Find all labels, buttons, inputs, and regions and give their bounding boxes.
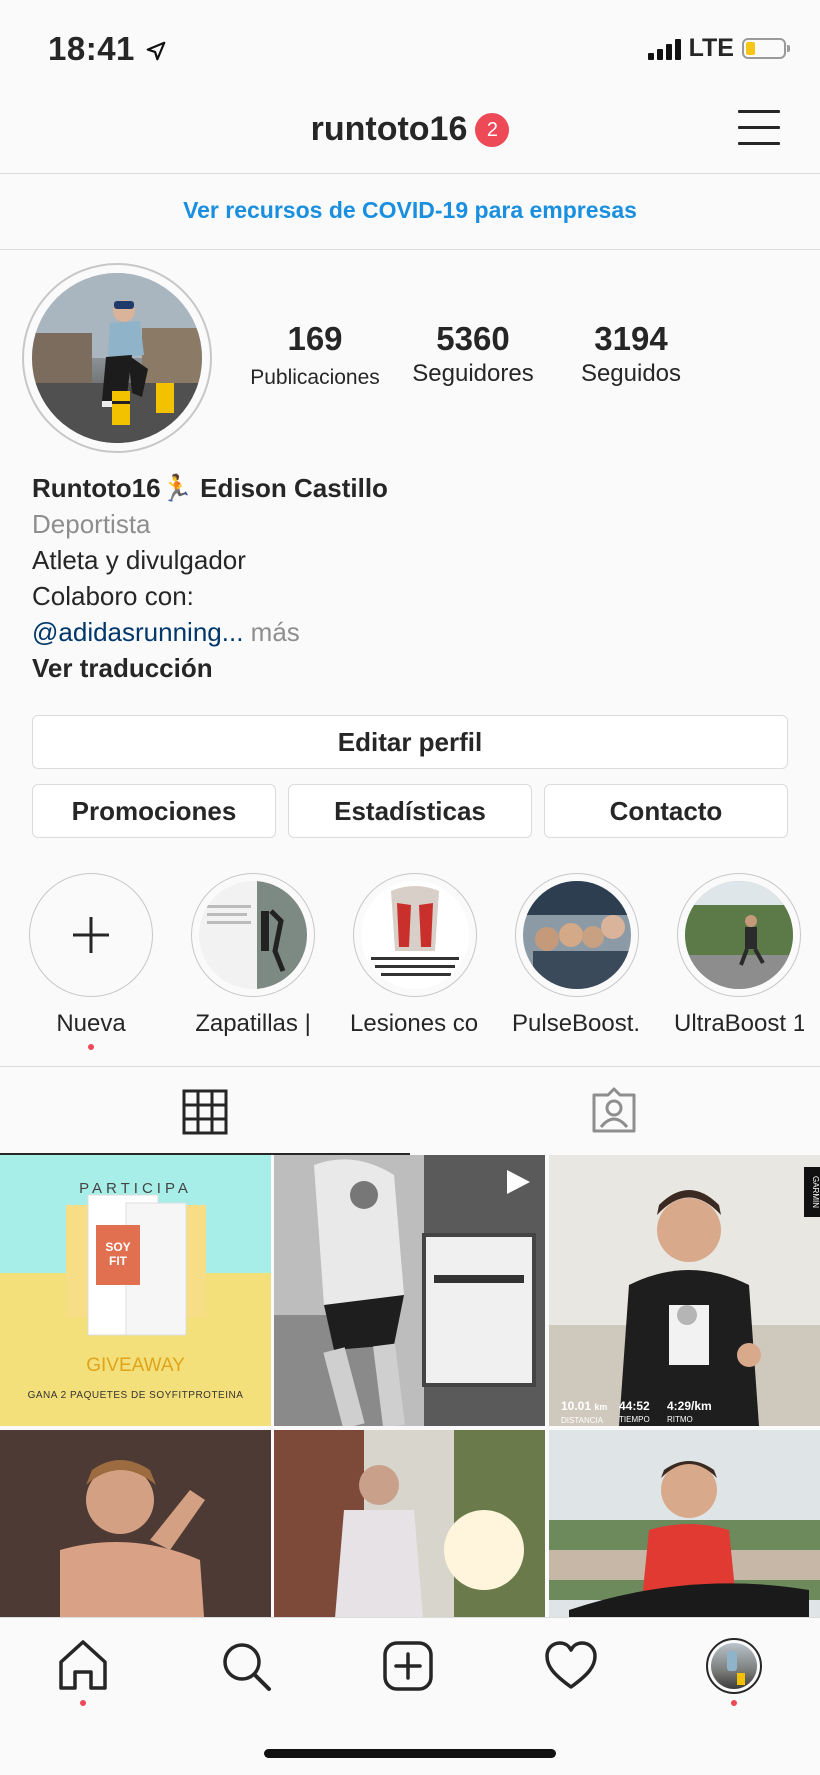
search-icon: [223, 1643, 271, 1691]
highlight-thumbnail: [199, 881, 307, 989]
stat-followers-value: 5360: [436, 320, 510, 357]
nav-new-post[interactable]: [380, 1638, 440, 1698]
post-run-pace-value: 4:29/km: [667, 1399, 712, 1413]
post-image: [549, 1155, 820, 1426]
mention-link[interactable]: @adidasrunning: [32, 617, 222, 647]
highlight-new[interactable]: Nueva: [26, 873, 156, 1050]
menu-icon[interactable]: [738, 110, 780, 148]
stat-following-value: 3194: [594, 320, 668, 357]
post-run-distance: 10.01 km DISTANCIA: [561, 1400, 607, 1426]
stat-following-label: Seguidos: [580, 360, 682, 387]
status-time: 18:41: [48, 30, 167, 68]
nav-profile[interactable]: [706, 1638, 766, 1706]
stat-following[interactable]: 3194 Seguidos: [556, 320, 706, 388]
nav-home[interactable]: [55, 1638, 115, 1706]
highlight-item[interactable]: Lesiones co...: [350, 873, 480, 1038]
plus-icon: [73, 917, 109, 953]
post-video[interactable]: [274, 1155, 545, 1426]
covid-resources-link[interactable]: Ver recursos de COVID-19 para empresas: [0, 175, 820, 250]
highlight-label: Lesiones co...: [350, 1010, 480, 1037]
profile-name: Runtoto16🏃 Edison Castillo: [32, 473, 388, 503]
post-run-watermark: GARMIN: [804, 1167, 820, 1217]
post-run-distance-value: 10.01: [561, 1399, 592, 1413]
post-run-pace: 4:29/km RITMO: [667, 1400, 712, 1426]
bio-line-2: Colaboro con:: [32, 581, 194, 611]
bio-ellipsis: ...: [221, 617, 244, 647]
profile-avatar-icon: [706, 1638, 762, 1694]
highlight-label: UltraBoost 19: [674, 1010, 804, 1037]
highlight-item[interactable]: UltraBoost 19: [674, 873, 804, 1038]
highlight-thumbnail: [523, 881, 631, 989]
video-play-icon: [507, 1170, 530, 1194]
tab-tagged[interactable]: [410, 1067, 820, 1155]
post-giveaway-title: GIVEAWAY: [86, 1355, 185, 1376]
post-run-distance-unit: km: [594, 1402, 608, 1412]
post-run-time-value: 44:52: [619, 1399, 650, 1413]
highlight-label: Nueva: [56, 1010, 126, 1037]
highlight-label: Zapatillas |: [195, 1010, 311, 1037]
page-title[interactable]: runtoto16 2: [0, 110, 820, 149]
avatar-photo: [32, 273, 202, 443]
edit-profile-button[interactable]: Editar perfil: [32, 715, 788, 769]
highlight-new-ring: [29, 873, 153, 997]
post-giveaway[interactable]: PARTICIPA SOY FIT GIVEAWAY GANA 2 PAQUET…: [0, 1155, 271, 1426]
nav-profile-dot: [731, 1700, 737, 1706]
bio-line-1: Atleta y divulgador: [32, 545, 246, 575]
username-label: runtoto16: [310, 110, 468, 148]
highlight-label: PulseBoost...: [512, 1010, 642, 1037]
profile-header: runtoto16 2: [0, 90, 820, 174]
bio-line-3: @adidasrunning... más: [32, 614, 792, 650]
heart-icon: [545, 1641, 597, 1689]
profile-bio: Runtoto16🏃 Edison Castillo Deportista At…: [32, 470, 792, 686]
home-icon: [59, 1640, 107, 1690]
contact-button[interactable]: Contacto: [544, 784, 788, 838]
post-run-time: 44:52 TIEMPO: [619, 1400, 650, 1426]
highlight-thumbnail: [361, 881, 469, 989]
insights-button[interactable]: Estadísticas: [288, 784, 532, 838]
avatar[interactable]: [22, 263, 212, 453]
nav-search[interactable]: [218, 1638, 278, 1698]
stat-posts[interactable]: 169 Publicaciones: [240, 320, 390, 390]
signal-icon: [647, 38, 681, 60]
notification-badge: 2: [475, 113, 510, 147]
battery-icon: [742, 38, 790, 59]
highlight-thumbnail: [685, 881, 793, 989]
translate-link[interactable]: Ver traducción: [32, 650, 792, 686]
location-arrow-icon: [146, 41, 165, 61]
promotions-button[interactable]: Promociones: [32, 784, 276, 838]
post-giveaway-top: PARTICIPA: [79, 1180, 192, 1197]
post-giveaway-subtitle: GANA 2 PAQUETES DE SOYFITPROTEINA: [27, 1390, 244, 1401]
new-indicator-dot: [88, 1044, 94, 1050]
nav-home-dot: [80, 1700, 86, 1706]
stat-posts-value: 169: [287, 320, 343, 357]
tab-grid[interactable]: [0, 1067, 410, 1155]
post-run-stats[interactable]: GARMIN 10.01 km DISTANCIA 44:52 TIEMPO 4…: [549, 1155, 820, 1426]
nav-activity[interactable]: [543, 1638, 603, 1698]
post-run-time-label: TIEMPO: [619, 1415, 650, 1424]
profile-category: Deportista: [32, 509, 151, 539]
avatar-image: [32, 273, 202, 443]
highlight-item[interactable]: Zapatillas |: [188, 873, 318, 1038]
home-indicator: [264, 1749, 556, 1758]
network-label: LTE: [688, 34, 734, 62]
profile-tabs: [0, 1066, 820, 1155]
stat-followers-label: Seguidores: [412, 360, 534, 387]
status-indicators: LTE: [647, 34, 790, 63]
grid-icon: [182, 1089, 228, 1135]
more-link[interactable]: más: [251, 617, 300, 647]
status-time-text: 18:41: [48, 30, 135, 67]
post-run-distance-label: DISTANCIA: [561, 1416, 604, 1425]
stat-followers[interactable]: 5360 Seguidores: [398, 320, 548, 388]
post-giveaway-brand: SOY FIT: [105, 1240, 131, 1268]
highlight-item[interactable]: PulseBoost...: [512, 873, 642, 1038]
stat-posts-label: Publicaciones: [250, 366, 380, 389]
tagged-icon: [592, 1087, 636, 1133]
new-post-icon: [383, 1641, 433, 1691]
post-run-pace-label: RITMO: [667, 1415, 693, 1424]
